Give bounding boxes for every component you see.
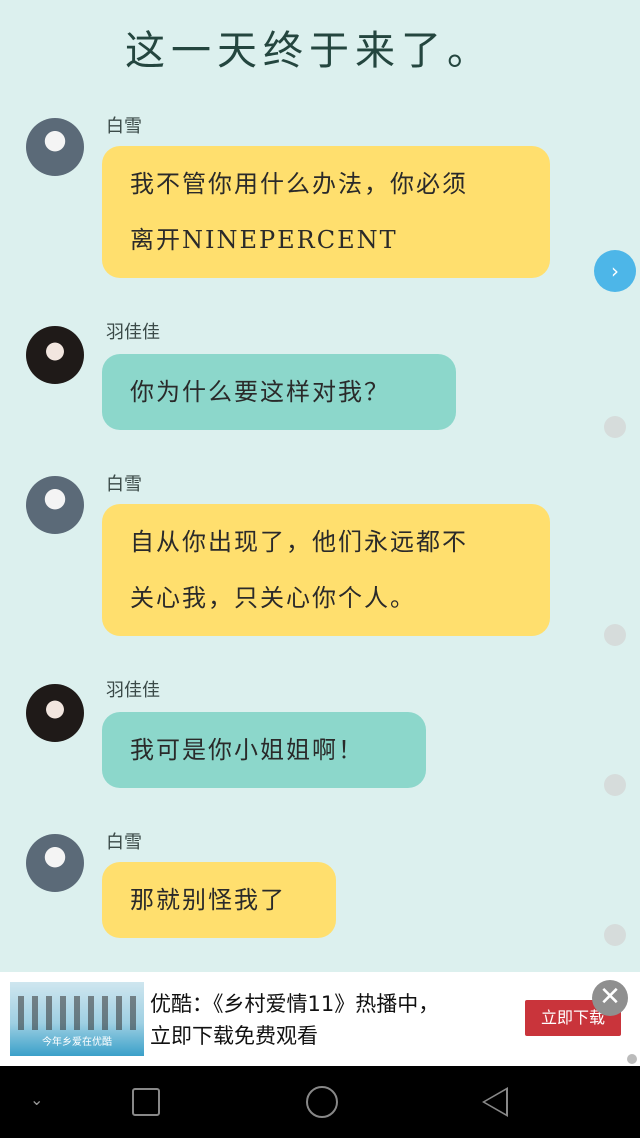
- sender-name: 羽佳佳: [106, 322, 160, 343]
- message-bubble: 你为什么要这样对我？: [102, 354, 456, 430]
- message-line: 关心我，只关心你个人。: [130, 584, 416, 612]
- message-line: 那就别怪我了: [130, 886, 286, 914]
- back-icon[interactable]: [482, 1087, 508, 1117]
- chevron-down-icon[interactable]: ⌄: [30, 1090, 58, 1118]
- avatar[interactable]: [26, 118, 84, 176]
- avatar[interactable]: [26, 684, 84, 742]
- message-line: 我可是你小姐姐啊！: [130, 736, 364, 764]
- sender-name: 白雪: [106, 832, 142, 853]
- next-button[interactable]: ›: [594, 250, 636, 292]
- ad-line: 立即下载免费观看: [150, 1024, 318, 1048]
- message-line: 我不管你用什么办法，你必须: [130, 170, 468, 198]
- message-line: 自从你出现了，他们永远都不: [130, 528, 468, 556]
- message-line: 你为什么要这样对我？: [130, 378, 390, 406]
- message-bubble: 那就别怪我了: [102, 862, 336, 938]
- avatar[interactable]: [26, 326, 84, 384]
- message-line: 离开NINEPERCENT: [130, 226, 398, 254]
- page-indicator-dot[interactable]: [604, 924, 626, 946]
- ad-thumbnail-figures: [18, 996, 138, 1030]
- page-indicator-dot[interactable]: [604, 774, 626, 796]
- home-icon[interactable]: [306, 1086, 338, 1118]
- sender-name: 白雪: [106, 116, 142, 137]
- message-bubble: 自从你出现了，他们永远都不 关心我，只关心你个人。: [102, 504, 550, 636]
- ad-line: 优酷：《乡村爱情11》热播中，: [150, 992, 440, 1016]
- system-nav-bar: ⌄: [0, 1066, 640, 1138]
- page-title: 这一天终于来了。: [125, 28, 493, 74]
- message-bubble: 我可是你小姐姐啊！: [102, 712, 426, 788]
- avatar[interactable]: [26, 834, 84, 892]
- message-bubble: 我不管你用什么办法，你必须 离开NINEPERCENT: [102, 146, 550, 278]
- avatar[interactable]: [26, 476, 84, 534]
- page-indicator-dot[interactable]: [604, 416, 626, 438]
- page-indicator-dot[interactable]: [604, 624, 626, 646]
- ad-info-icon[interactable]: [627, 1054, 637, 1064]
- recent-apps-icon[interactable]: [132, 1088, 160, 1116]
- close-icon[interactable]: ✕: [592, 980, 628, 1016]
- ad-thumbnail-caption: 今年乡爱在优酷: [42, 1037, 112, 1048]
- sender-name: 羽佳佳: [106, 680, 160, 701]
- sender-name: 白雪: [106, 474, 142, 495]
- ad-thumbnail[interactable]: 今年乡爱在优酷: [10, 982, 144, 1056]
- ad-text[interactable]: 优酷：《乡村爱情11》热播中， 立即下载免费观看: [150, 988, 439, 1052]
